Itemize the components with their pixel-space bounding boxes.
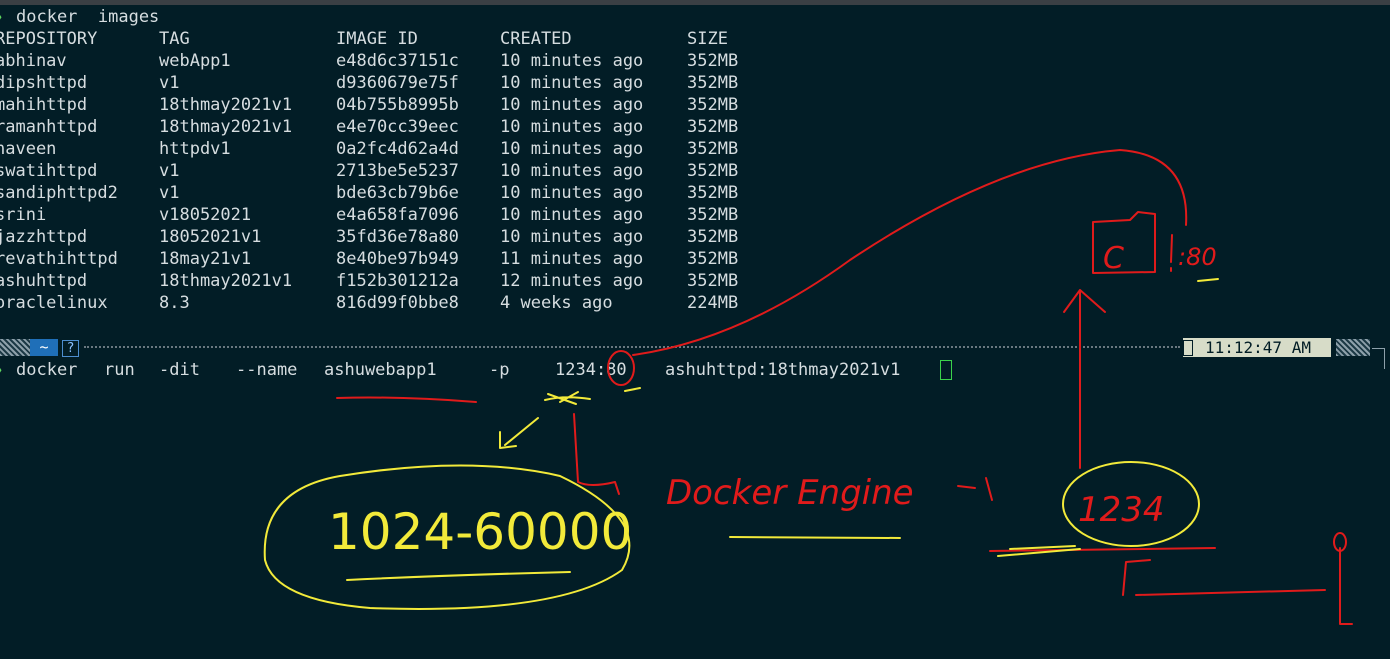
engine-underline	[729, 536, 901, 539]
container-port-underline	[624, 387, 641, 392]
host-port-scribble	[544, 391, 591, 405]
container-port-mark-yellow	[1197, 278, 1219, 282]
zero-stem	[1339, 547, 1353, 625]
host-port-note: 1234	[1078, 490, 1165, 530]
engine-note: Docker Engine	[666, 473, 914, 513]
container-port-circle	[607, 350, 635, 386]
container-port-note: :80	[1178, 243, 1217, 271]
host-port-bracket	[573, 413, 620, 495]
container-port-mark	[1170, 234, 1173, 272]
range-note: 1024-60000	[328, 503, 632, 561]
range-underline	[346, 571, 571, 581]
container-label: C	[1103, 241, 1124, 276]
range-arrow	[499, 417, 539, 449]
engine-base-bracket	[1122, 559, 1326, 596]
name-underline	[336, 396, 477, 403]
handwritten-annotations: Docker Engine 1234 C :80 1024-60000	[263, 149, 1353, 625]
engine-arrow-mark	[957, 477, 993, 501]
engine-to-container-arrow	[1063, 289, 1106, 469]
